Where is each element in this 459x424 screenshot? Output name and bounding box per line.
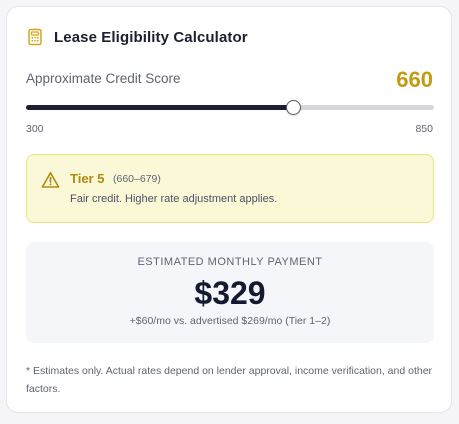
slider-min-label: 300 xyxy=(26,123,44,135)
payment-value: $329 xyxy=(194,275,266,311)
warning-triangle-icon xyxy=(41,172,60,188)
credit-score-value: 660 xyxy=(396,67,433,92)
payment-note: +$60/mo vs. advertised $269/mo (Tier 1–2… xyxy=(129,315,331,327)
payment-label: ESTIMATED MONTHLY PAYMENT xyxy=(137,256,323,268)
tier-range: (660–679) xyxy=(113,173,161,185)
page-title: Lease Eligibility Calculator xyxy=(54,28,248,46)
slider-max-label: 850 xyxy=(415,123,433,135)
credit-score-slider[interactable] xyxy=(26,100,434,116)
tier-description: Fair credit. Higher rate adjustment appl… xyxy=(70,193,278,205)
card-header: Lease Eligibility Calculator xyxy=(26,26,248,48)
tier-alert: Tier 5 (660–679) Fair credit. Higher rat… xyxy=(26,154,434,223)
payment-summary: ESTIMATED MONTHLY PAYMENT $329 +$60/mo v… xyxy=(26,242,434,343)
disclaimer-text: * Estimates only. Actual rates depend on… xyxy=(26,365,433,395)
calculator-icon xyxy=(28,28,42,46)
slider-thumb[interactable] xyxy=(286,100,302,115)
tier-name: Tier 5 xyxy=(70,171,105,186)
calculator-card: Lease Eligibility Calculator Approximate… xyxy=(6,6,452,413)
credit-score-label: Approximate Credit Score xyxy=(26,71,181,86)
slider-fill xyxy=(26,105,294,110)
